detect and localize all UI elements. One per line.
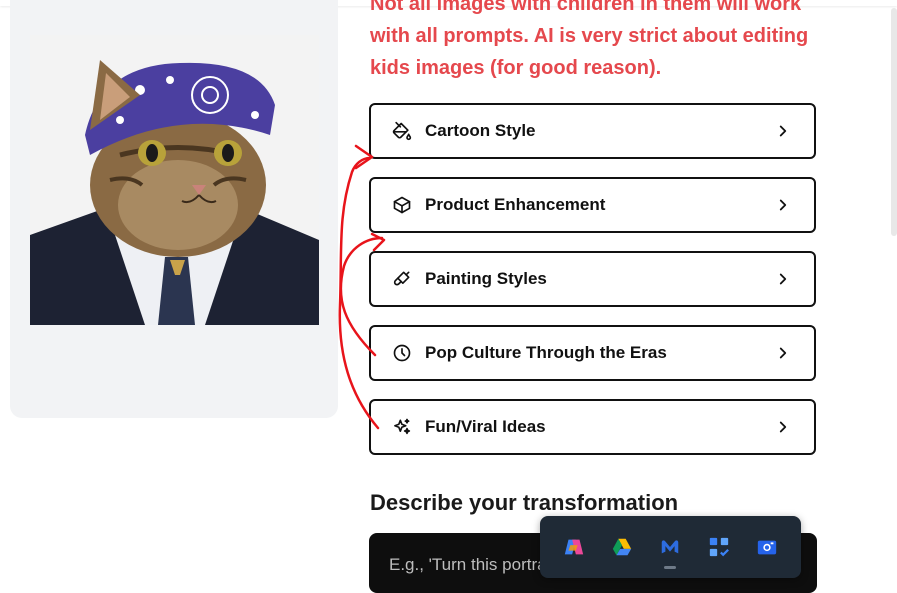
copilot-icon[interactable] <box>561 534 587 560</box>
cartoon-style-button[interactable]: Cartoon Style <box>369 103 816 159</box>
transformation-heading: Describe your transformation <box>370 490 679 515</box>
google-drive-icon[interactable] <box>609 534 635 560</box>
chevron-right-icon <box>779 125 787 137</box>
chevron-right-icon <box>779 347 787 359</box>
box-icon <box>391 194 413 216</box>
taskbar <box>540 516 801 578</box>
pop-culture-button[interactable]: Pop Culture Through the Eras <box>369 325 816 381</box>
product-enhancement-button[interactable]: Product Enhancement <box>369 177 816 233</box>
fun-viral-ideas-button[interactable]: Fun/Viral Ideas <box>369 399 816 455</box>
cat-in-suit-illustration <box>30 35 319 325</box>
paint-bucket-icon <box>391 120 413 142</box>
annotation-arrowhead-2 <box>370 232 386 252</box>
fun-viral-ideas-label: Fun/Viral Ideas <box>425 417 546 436</box>
warning-text: Not all images with children in them wil… <box>370 0 809 79</box>
scrollbar[interactable] <box>891 8 897 236</box>
chevron-right-icon <box>779 199 787 211</box>
product-enhancement-label: Product Enhancement <box>425 195 606 214</box>
painting-styles-button[interactable]: Painting Styles <box>369 251 816 307</box>
camera-icon[interactable] <box>754 534 780 560</box>
clock-icon <box>391 342 413 364</box>
pop-culture-label: Pop Culture Through the Eras <box>425 343 667 362</box>
cartoon-style-label: Cartoon Style <box>425 121 536 140</box>
painting-styles-label: Painting Styles <box>425 269 547 288</box>
brush-icon <box>391 268 413 290</box>
sparkles-icon <box>391 416 413 438</box>
uploaded-image <box>30 35 319 325</box>
chevron-right-icon <box>779 421 787 433</box>
chevron-right-icon <box>779 273 787 285</box>
todo-icon[interactable] <box>706 534 732 560</box>
malwarebytes-icon[interactable] <box>657 534 683 569</box>
